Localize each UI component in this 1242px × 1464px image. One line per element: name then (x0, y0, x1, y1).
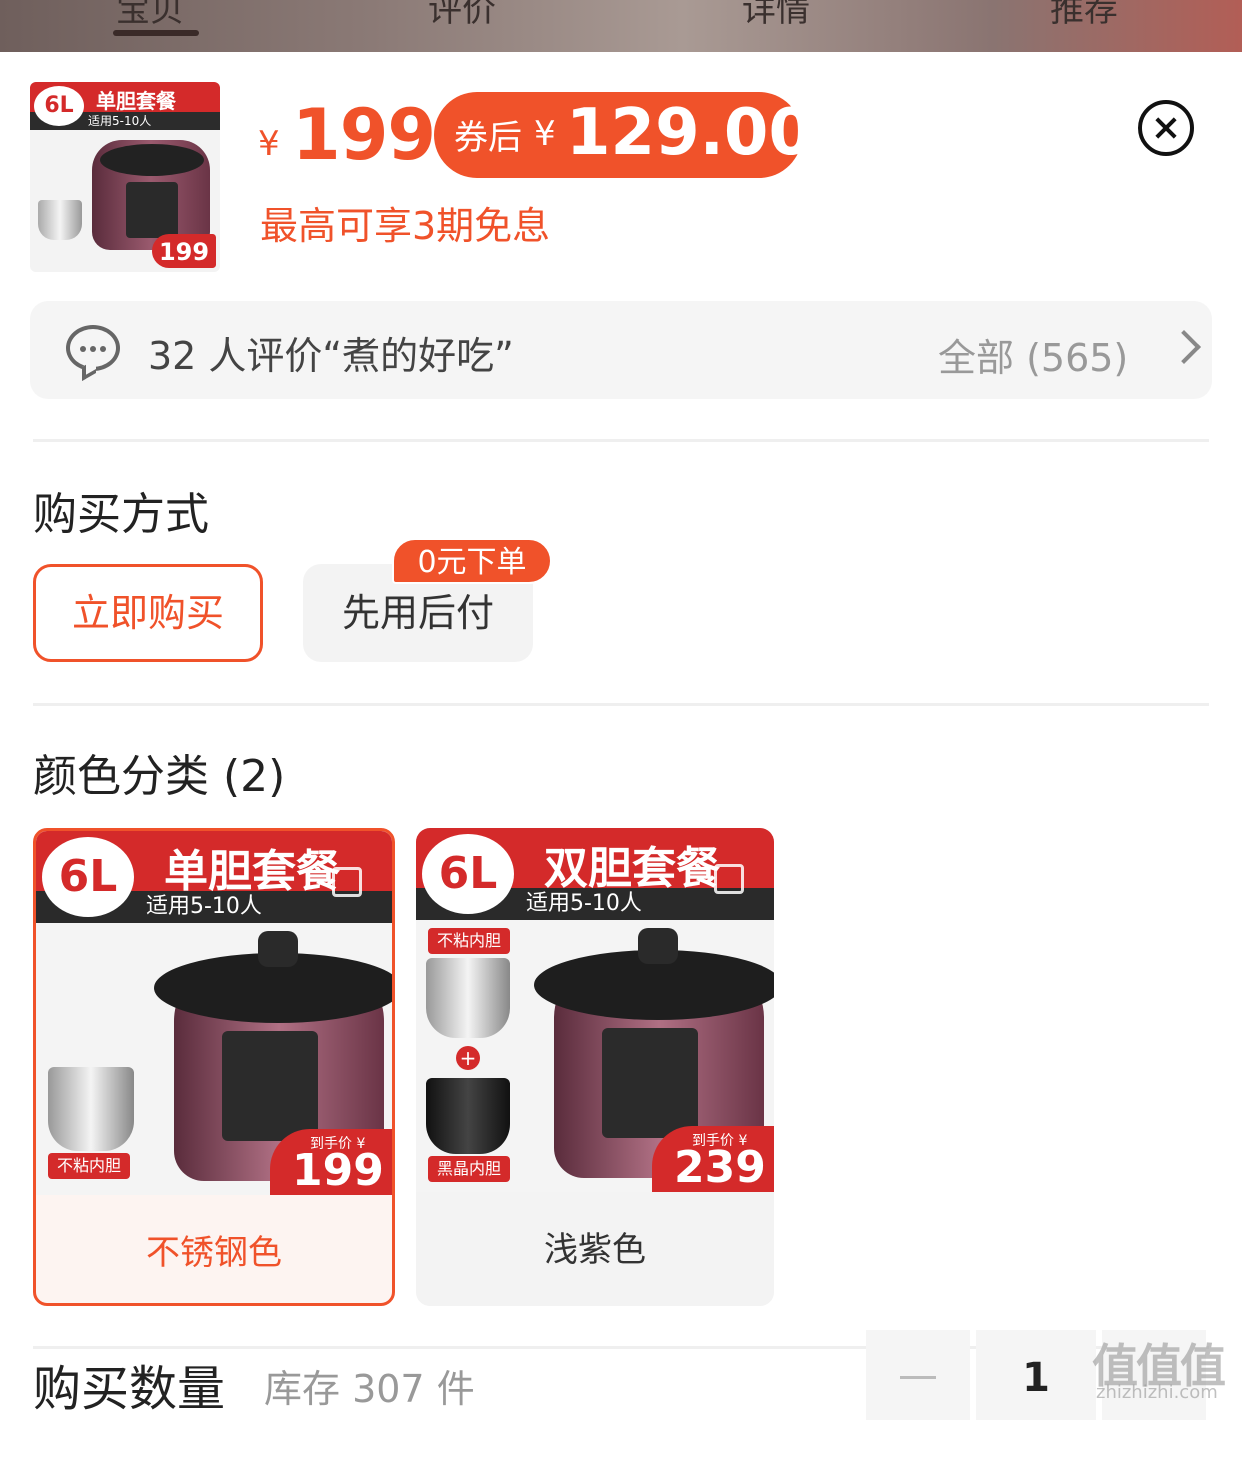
close-icon[interactable] (1138, 100, 1194, 156)
thumb-price-tag: 199 (152, 234, 216, 268)
thumb-title: 单胆套餐 (96, 89, 176, 113)
currency-symbol: ¥ (258, 124, 280, 164)
divider (33, 439, 1209, 442)
tab-item[interactable]: 宝贝 (116, 0, 184, 31)
cooker-knob-image (638, 928, 678, 964)
variant-image: 适用5-10人 6L 单胆套餐 不粘内胆 到手价 ¥ 199 (36, 831, 392, 1195)
coupon-price-badge: 券后 ¥ 129.00 (434, 92, 813, 178)
zero-down-badge: 0元下单 (392, 538, 552, 584)
color-category-title: 颜色分类 (2) (33, 751, 286, 802)
variant-banner-title: 单胆套餐 (164, 846, 340, 897)
stock-count: 库存 307 件 (264, 1367, 475, 1411)
review-summary-bar[interactable]: 32 人评价“煮的好吃” 全部 (565) (30, 301, 1212, 399)
sku-bottom-sheet: 适用5-10人 6L 单胆套餐 199 ¥ 199 券后 ¥ 129.00 最高… (0, 52, 1242, 1464)
variant-card-stainless[interactable]: 适用5-10人 6L 单胆套餐 不粘内胆 到手价 ¥ 199 不锈钢色 (33, 828, 395, 1306)
installment-info: 最高可享3期免息 (260, 204, 551, 248)
cooker-knob-image (258, 931, 298, 967)
price-tag-value: 239 (674, 1142, 766, 1192)
variant-name: 不锈钢色 (146, 1233, 282, 1273)
price-tag-value: 199 (292, 1145, 384, 1195)
watermark-url: zhizhizhi.com (1096, 1382, 1218, 1403)
site-watermark: 值值值 zhizhizhi.com (1092, 1330, 1242, 1412)
variant-name: 浅紫色 (544, 1230, 646, 1270)
decrement-button[interactable] (866, 1330, 970, 1420)
cooker-lid-image (100, 144, 204, 176)
inner-pot-image (38, 200, 82, 240)
plus-icon: + (456, 1046, 480, 1070)
coupon-price: 129.00 (566, 96, 813, 170)
variant-card-light-purple[interactable]: 适用5-10人 6L 双胆套餐 不粘内胆 + 黑晶内胆 到手价 ¥ 239 浅紫… (416, 828, 774, 1306)
quantity-title: 购买数量 (33, 1361, 226, 1417)
inner-pot-image (426, 958, 510, 1038)
variant-price-tag: 到手价 ¥ 199 (270, 1129, 392, 1195)
coupon-label: 券后 (454, 118, 522, 158)
product-thumbnail[interactable]: 适用5-10人 6L 单胆套餐 199 (30, 82, 220, 272)
thumb-capacity-badge: 6L (34, 86, 84, 126)
cooker-panel-image (602, 1028, 698, 1138)
chat-bubble-icon (66, 325, 120, 371)
tab-recommend[interactable]: 推荐 (1050, 0, 1118, 31)
tab-details[interactable]: 详情 (742, 0, 810, 31)
cooker-panel-image (222, 1031, 318, 1141)
review-summary-text: 32 人评价“煮的好吃” (148, 334, 514, 378)
liner-label-2: 黑晶内胆 (428, 1156, 510, 1182)
variant-image: 适用5-10人 6L 双胆套餐 不粘内胆 + 黑晶内胆 到手价 ¥ 239 (416, 828, 774, 1192)
active-tab-indicator (113, 30, 199, 36)
top-tab-bar: 宝贝 评价 详情 推荐 (0, 0, 1242, 52)
expand-icon[interactable] (714, 864, 744, 894)
all-reviews-link[interactable]: 全部 (565) (938, 327, 1128, 382)
tab-reviews[interactable]: 评价 (428, 0, 496, 31)
quantity-value[interactable]: 1 (976, 1330, 1096, 1420)
divider (33, 703, 1209, 706)
expand-icon[interactable] (332, 867, 362, 897)
chevron-right-icon (1167, 330, 1201, 364)
purchase-method-title: 购买方式 (33, 489, 209, 540)
variant-banner-title: 双胆套餐 (544, 843, 720, 894)
variant-capacity-badge: 6L (422, 834, 514, 914)
black-inner-pot-image (426, 1078, 510, 1154)
liner-label: 不粘内胆 (428, 928, 510, 954)
coupon-currency: ¥ (534, 114, 556, 154)
variant-capacity-badge: 6L (42, 837, 134, 917)
liner-label: 不粘内胆 (48, 1153, 130, 1179)
cooker-panel-image (126, 182, 178, 238)
inner-pot-image (48, 1067, 134, 1151)
variant-price-tag: 到手价 ¥ 239 (652, 1126, 774, 1192)
buy-now-option[interactable]: 立即购买 (33, 564, 263, 662)
original-price: 199 (292, 94, 436, 176)
